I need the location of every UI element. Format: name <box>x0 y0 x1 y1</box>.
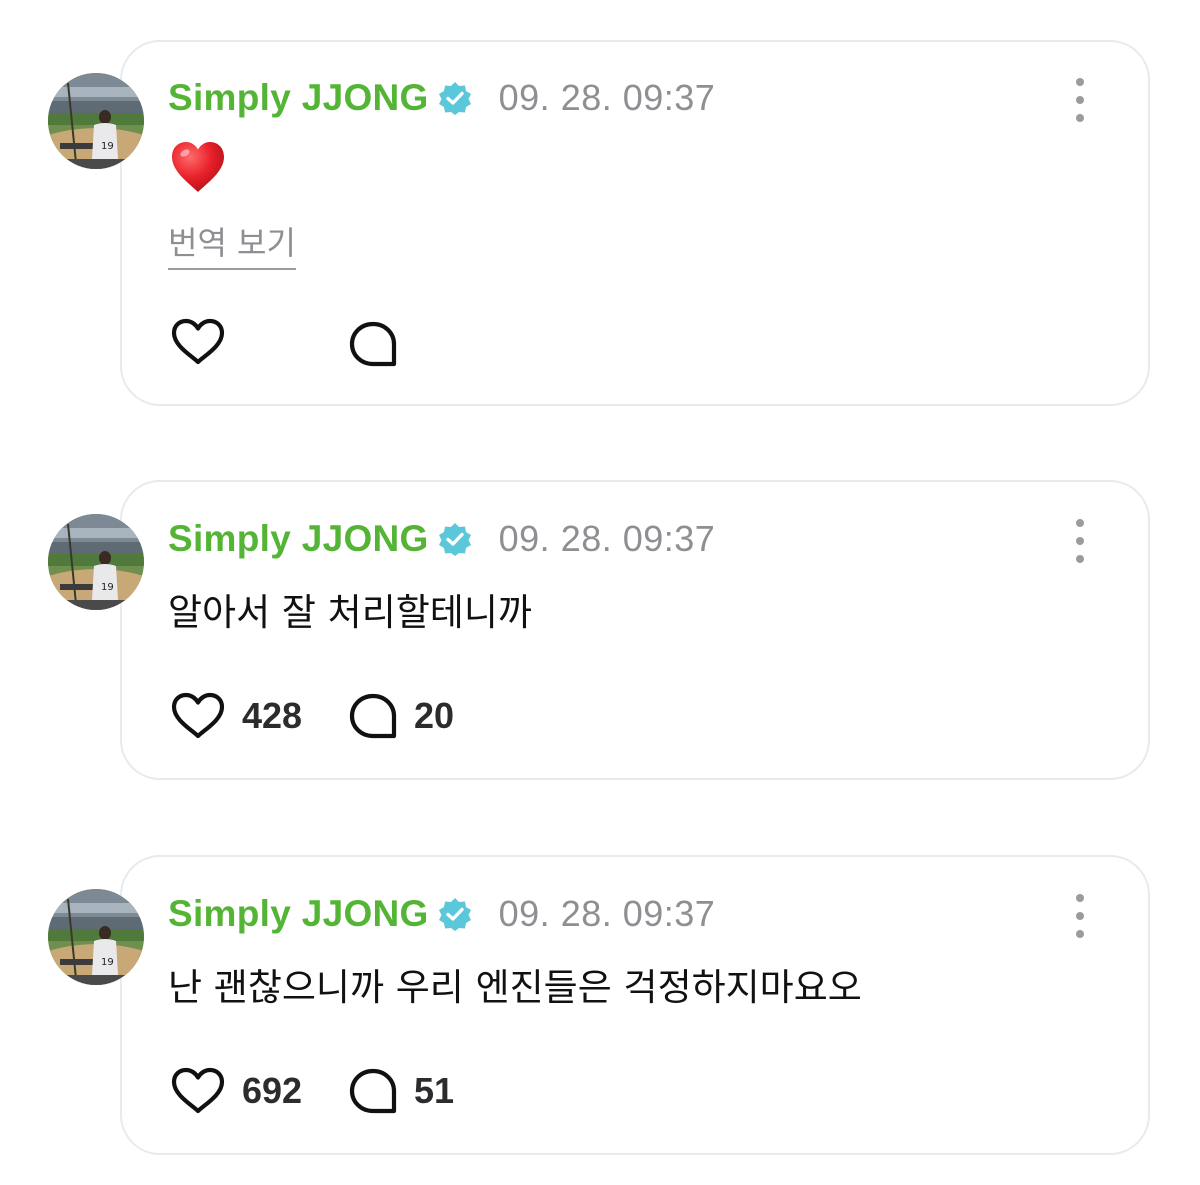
heart-outline-icon <box>170 692 226 740</box>
verified-badge-icon <box>438 522 472 556</box>
post-header: Simply JJONG 09. 28. 09:37 <box>168 515 715 563</box>
see-translation-link[interactable]: 번역 보기 <box>168 218 296 270</box>
post-text: 난 괜찮으니까 우리 엔진들은 걱정하지마요오 <box>168 966 862 1009</box>
post-header: Simply JJONG 09. 28. 09:37 <box>168 74 715 122</box>
red-heart-emoji-icon <box>170 140 226 196</box>
avatar[interactable] <box>48 73 144 169</box>
heart-outline-icon <box>170 1067 226 1115</box>
more-options-icon[interactable] <box>1068 78 1092 122</box>
post-text: 알아서 잘 처리할테니까 <box>168 591 532 634</box>
timestamp: 09. 28. 09:37 <box>498 518 716 559</box>
comment-count: 20 <box>414 695 455 736</box>
author-name[interactable]: Simply JJONG <box>168 518 429 560</box>
speech-bubble-icon <box>348 1067 398 1115</box>
avatar[interactable] <box>48 514 144 610</box>
author-name[interactable]: Simply JJONG <box>168 77 429 119</box>
like-count: 692 <box>242 1070 303 1111</box>
like-count: 428 <box>242 695 303 736</box>
like-button[interactable]: 692 <box>170 1067 302 1115</box>
timestamp: 09. 28. 09:37 <box>498 893 716 934</box>
comment-count: 51 <box>414 1070 455 1111</box>
more-options-icon[interactable] <box>1068 894 1092 938</box>
verified-badge-icon <box>438 81 472 115</box>
heart-outline-icon <box>170 318 226 366</box>
post-header: Simply JJONG 09. 28. 09:37 <box>168 890 715 938</box>
comment-button[interactable]: 51 <box>348 1067 454 1115</box>
avatar[interactable] <box>48 889 144 985</box>
timestamp: 09. 28. 09:37 <box>498 77 716 118</box>
more-options-icon[interactable] <box>1068 519 1092 563</box>
comment-button[interactable]: 20 <box>348 692 454 740</box>
like-button[interactable] <box>170 318 226 366</box>
speech-bubble-icon <box>348 692 398 740</box>
comment-button[interactable] <box>348 320 398 368</box>
like-button[interactable]: 428 <box>170 692 302 740</box>
speech-bubble-icon <box>348 320 398 368</box>
author-name[interactable]: Simply JJONG <box>168 893 429 935</box>
verified-badge-icon <box>438 897 472 931</box>
